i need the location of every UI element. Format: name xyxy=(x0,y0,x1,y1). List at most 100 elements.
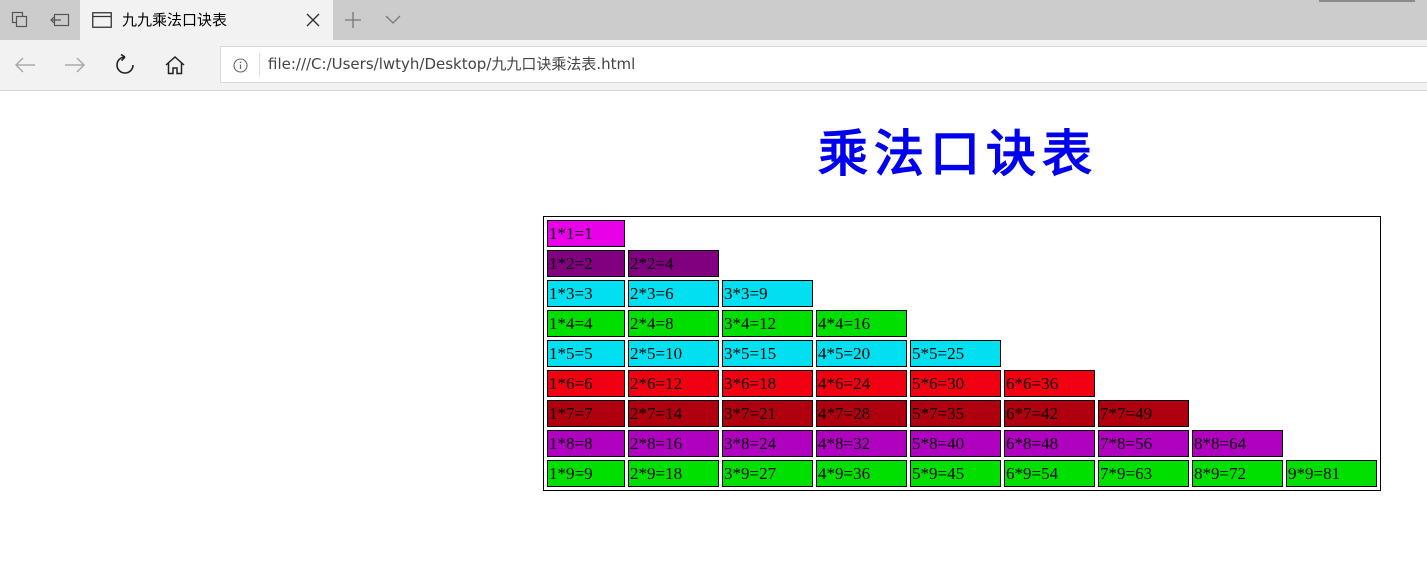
table-cell: 6*6=36 xyxy=(1004,370,1095,397)
empty-cell xyxy=(910,220,1001,247)
table-row: 1*6=6 2*6=12 3*6=18 4*6=24 5*6=30 6*6=36 xyxy=(547,370,1377,397)
page-icon xyxy=(92,11,112,33)
table-cell: 2*8=16 xyxy=(628,430,719,457)
empty-cell xyxy=(1286,310,1377,337)
navigation-bar: file:///C:/Users/lwtyh/Desktop/九九口诀乘法表.h… xyxy=(0,40,1427,91)
table-cell: 1*8=8 xyxy=(547,430,625,457)
window-edge-line xyxy=(1319,0,1415,2)
table-row: 1*8=8 2*8=16 3*8=24 4*8=32 5*8=40 6*8=48 7*8=5… xyxy=(547,430,1377,457)
empty-cell xyxy=(1192,370,1283,397)
table-cell: 7*7=49 xyxy=(1098,400,1189,427)
empty-cell xyxy=(1286,280,1377,307)
empty-cell xyxy=(1192,310,1283,337)
empty-cell xyxy=(1004,280,1095,307)
empty-cell xyxy=(1004,250,1095,277)
table-row: 1*9=9 2*9=18 3*9=27 4*9=36 5*9=45 6*9=54 7*9=6… xyxy=(547,460,1377,487)
empty-cell xyxy=(1286,430,1377,457)
home-icon[interactable] xyxy=(155,45,195,85)
empty-cell xyxy=(1286,340,1377,367)
page-heading: 乘法口诀表 xyxy=(818,124,1098,183)
empty-cell xyxy=(1098,220,1189,247)
table-cell: 6*9=54 xyxy=(1004,460,1095,487)
table-cell: 4*7=28 xyxy=(816,400,907,427)
table-cell: 1*9=9 xyxy=(547,460,625,487)
forward-arrow-icon[interactable] xyxy=(55,45,95,85)
empty-cell xyxy=(1192,400,1283,427)
table-cell: 2*6=12 xyxy=(628,370,719,397)
empty-cell xyxy=(1192,220,1283,247)
table-cell: 4*4=16 xyxy=(816,310,907,337)
table-cell: 2*4=8 xyxy=(628,310,719,337)
empty-cell xyxy=(1004,220,1095,247)
table-cell: 3*7=21 xyxy=(722,400,813,427)
table-cell: 2*3=6 xyxy=(628,280,719,307)
table-cell: 1*7=7 xyxy=(547,400,625,427)
table-cell: 5*9=45 xyxy=(910,460,1001,487)
address-url[interactable]: file:///C:/Users/lwtyh/Desktop/九九口诀乘法表.h… xyxy=(268,47,635,82)
empty-cell xyxy=(1098,280,1189,307)
empty-cell xyxy=(1286,370,1377,397)
empty-cell xyxy=(1098,250,1189,277)
table-cell: 9*9=81 xyxy=(1286,460,1377,487)
table-cell: 6*7=42 xyxy=(1004,400,1095,427)
empty-cell xyxy=(1004,310,1095,337)
table-cell: 4*8=32 xyxy=(816,430,907,457)
empty-cell xyxy=(1192,340,1283,367)
table-cell: 1*6=6 xyxy=(547,370,625,397)
refresh-icon[interactable] xyxy=(105,45,145,85)
table-cell: 1*1=1 xyxy=(547,220,625,247)
table-cell: 2*7=14 xyxy=(628,400,719,427)
table-row: 1*1=1 xyxy=(547,220,1377,247)
table-cell: 3*6=18 xyxy=(722,370,813,397)
empty-cell xyxy=(722,220,813,247)
active-tab[interactable]: 九九乘法口诀表 xyxy=(80,0,333,40)
table-cell: 2*5=10 xyxy=(628,340,719,367)
empty-cell xyxy=(1004,340,1095,367)
table-cell: 4*6=24 xyxy=(816,370,907,397)
empty-cell xyxy=(1098,370,1189,397)
address-separator xyxy=(259,53,260,77)
empty-cell xyxy=(816,250,907,277)
table-cell: 5*8=40 xyxy=(910,430,1001,457)
empty-cell xyxy=(1098,310,1189,337)
empty-cell xyxy=(910,280,1001,307)
tab-list-chevron-down-icon[interactable] xyxy=(373,0,413,40)
address-bar[interactable]: file:///C:/Users/lwtyh/Desktop/九九口诀乘法表.h… xyxy=(220,46,1427,83)
multiplication-table: 1*1=1 1*2=2 2*2=4 1*3=3 2*3=6 3*3=9 1*4=4 2*4=8… xyxy=(543,216,1381,491)
table-cell: 2*9=18 xyxy=(628,460,719,487)
empty-cell xyxy=(628,220,719,247)
close-tab-icon[interactable] xyxy=(303,10,323,30)
table-cell: 1*2=2 xyxy=(547,250,625,277)
table-row: 1*7=7 2*7=14 3*7=21 4*7=28 5*7=35 6*7=42 7*7=4… xyxy=(547,400,1377,427)
tab-strip: 九九乘法口诀表 xyxy=(0,0,1427,40)
table-cell: 8*9=72 xyxy=(1192,460,1283,487)
empty-cell xyxy=(1098,340,1189,367)
table-cell: 1*3=3 xyxy=(547,280,625,307)
new-tab-icon[interactable] xyxy=(333,0,373,40)
empty-cell xyxy=(816,220,907,247)
tab-overview-icon[interactable] xyxy=(0,0,40,40)
empty-cell xyxy=(816,280,907,307)
table-cell: 3*9=27 xyxy=(722,460,813,487)
table-cell: 3*3=9 xyxy=(722,280,813,307)
set-tabs-aside-icon[interactable] xyxy=(40,0,80,40)
table-cell: 5*6=30 xyxy=(910,370,1001,397)
empty-cell xyxy=(722,250,813,277)
back-arrow-icon[interactable] xyxy=(5,45,45,85)
table-row: 1*4=4 2*4=8 3*4=12 4*4=16 xyxy=(547,310,1377,337)
table-row: 1*2=2 2*2=4 xyxy=(547,250,1377,277)
table-cell: 4*9=36 xyxy=(816,460,907,487)
table-cell: 3*5=15 xyxy=(722,340,813,367)
empty-cell xyxy=(1192,250,1283,277)
table-cell: 5*7=35 xyxy=(910,400,1001,427)
empty-cell xyxy=(1286,250,1377,277)
table-cell: 7*8=56 xyxy=(1098,430,1189,457)
tab-title: 九九乘法口诀表 xyxy=(122,11,228,29)
empty-cell xyxy=(910,310,1001,337)
site-info-icon[interactable] xyxy=(233,58,248,77)
table-cell: 5*5=25 xyxy=(910,340,1001,367)
table-cell: 1*4=4 xyxy=(547,310,625,337)
table-cell: 3*4=12 xyxy=(722,310,813,337)
table-cell: 1*5=5 xyxy=(547,340,625,367)
empty-cell xyxy=(1286,220,1377,247)
